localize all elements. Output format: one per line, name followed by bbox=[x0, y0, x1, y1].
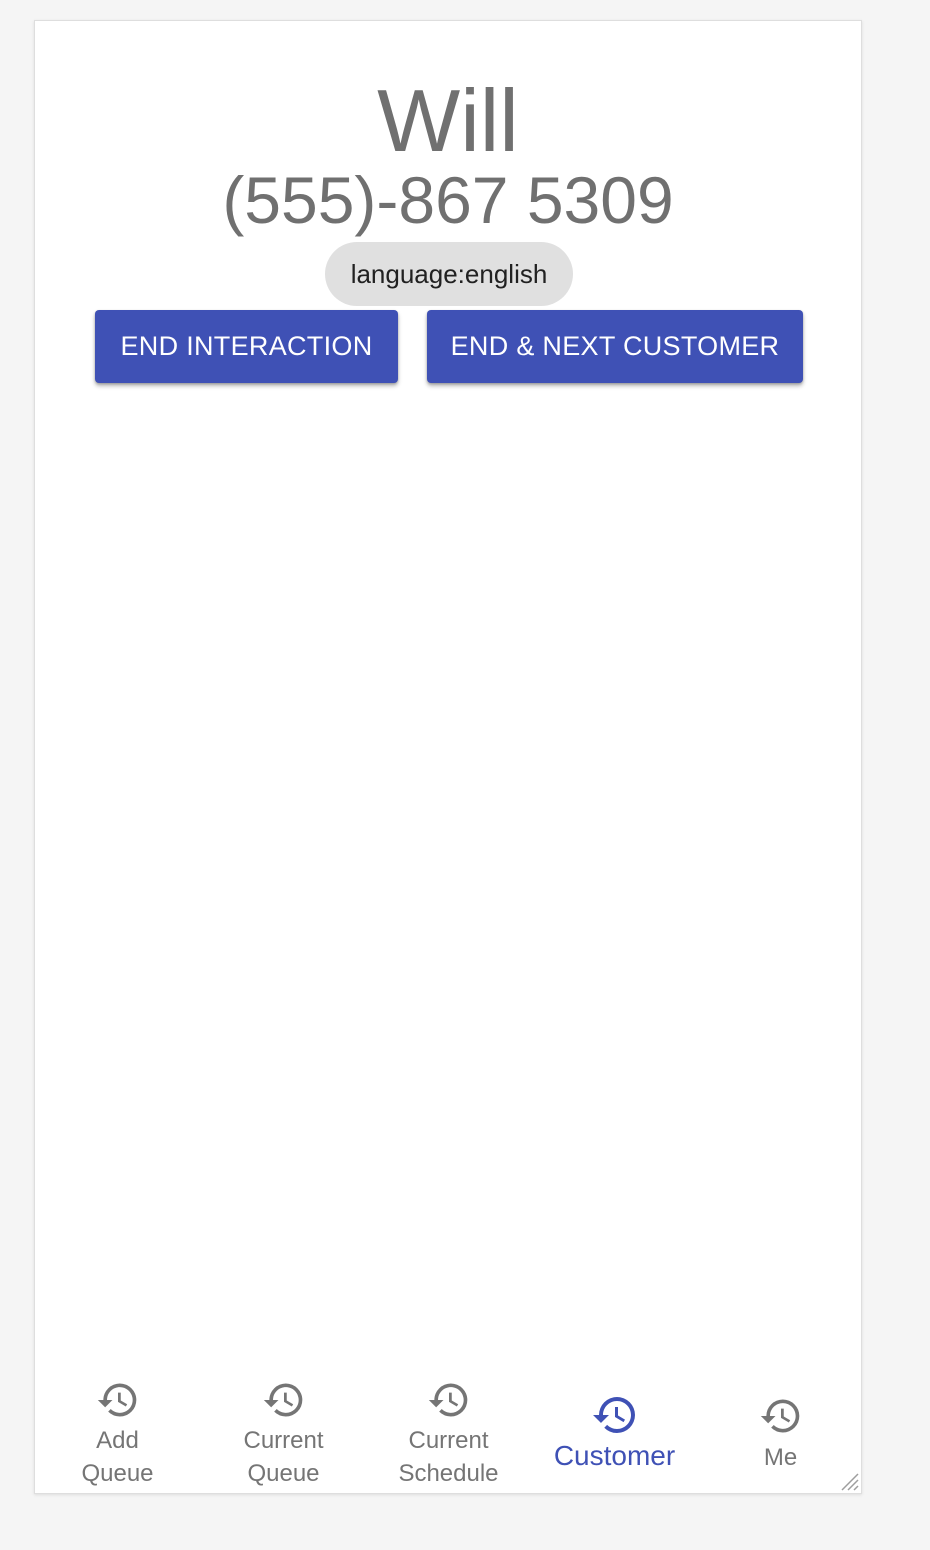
nav-label-line2: Queue bbox=[247, 1460, 320, 1487]
language-chip[interactable]: language:english bbox=[325, 242, 573, 306]
history-icon bbox=[97, 1383, 136, 1417]
nav-item-customer[interactable]: Customer bbox=[532, 1375, 697, 1493]
nav-label-line1: Add bbox=[96, 1427, 139, 1454]
nav-label: Add Queue bbox=[35, 1424, 200, 1490]
app-window: Will (555)-867 5309 language:english END… bbox=[34, 20, 862, 1494]
history-icon bbox=[263, 1383, 302, 1417]
end-interaction-button[interactable]: END INTERACTION bbox=[95, 310, 398, 383]
history-icon bbox=[592, 1397, 635, 1433]
history-icon bbox=[760, 1399, 799, 1433]
nav-item-current-schedule[interactable]: Current Schedule bbox=[366, 1375, 531, 1493]
customer-phone: (555)-867 5309 bbox=[222, 163, 674, 237]
nav-item-current-queue[interactable]: Current Queue bbox=[201, 1375, 366, 1493]
nav-label: Current Schedule bbox=[366, 1424, 531, 1490]
nav-item-add-queue[interactable]: Add Queue bbox=[35, 1375, 200, 1493]
nav-label-line1: Current bbox=[408, 1427, 489, 1454]
history-icon bbox=[428, 1383, 467, 1417]
nav-label-line2: Schedule bbox=[398, 1460, 499, 1487]
nav-label-line1: Current bbox=[243, 1427, 324, 1454]
end-next-customer-button[interactable]: END & NEXT CUSTOMER bbox=[427, 310, 803, 383]
bottom-navigation: Add Queue Current Queue Current Schedule bbox=[35, 1375, 861, 1493]
nav-label-customer: Customer bbox=[553, 1440, 676, 1471]
resize-handle-icon[interactable] bbox=[837, 1469, 859, 1491]
nav-label-line2: Queue bbox=[81, 1460, 154, 1487]
nav-label: Current Queue bbox=[201, 1424, 366, 1490]
customer-name: Will bbox=[377, 71, 519, 170]
